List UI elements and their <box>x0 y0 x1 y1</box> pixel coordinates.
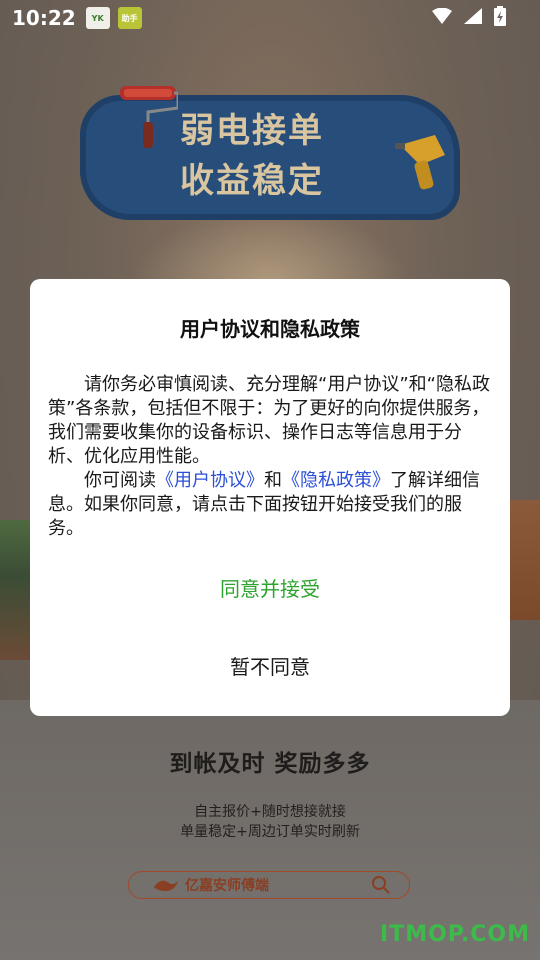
promo-subtext-line-2: 单量稳定+周边订单实时刷新 <box>180 824 360 840</box>
user-agreement-link[interactable]: 《用户协议》 <box>156 470 264 491</box>
brand-logo-icon <box>153 877 179 893</box>
dialog-paragraph-2-prefix: 你可阅读 <box>84 470 156 491</box>
promo-headline: 到帐及时 奖励多多 <box>169 751 371 777</box>
power-drill-icon <box>395 125 455 195</box>
dialog-title: 用户协议和隐私政策 <box>180 317 360 341</box>
promo-subtext-line-1: 自主报价+随时想接就接 <box>194 804 346 820</box>
site-watermark: ITMOP.COM <box>380 922 530 947</box>
privacy-policy-link[interactable]: 《隐私政策》 <box>282 470 390 491</box>
signal-icon <box>464 8 482 28</box>
battery-icon <box>494 6 506 30</box>
dialog-body: 请你务必审慎阅读、充分理解“用户协议”和“隐私政策”各条款，包括但不限于：为了更… <box>48 373 492 541</box>
status-bar: 10:22 YK 助手 <box>0 0 540 36</box>
status-time: 10:22 <box>12 6 76 30</box>
banner-line-1: 弱电接单 <box>180 111 324 151</box>
dialog-paragraph-2: 你可阅读《用户协议》和《隐私政策》了解详细信息。如果你同意，请点击下面按钮开始接… <box>48 469 492 541</box>
dialog-paragraph-1: 请你务必审慎阅读、充分理解“用户协议”和“隐私政策”各条款，包括但不限于：为了更… <box>48 374 490 467</box>
dialog-paragraph-2-and: 和 <box>264 470 282 491</box>
agree-button[interactable]: 同意并接受 <box>30 571 510 607</box>
status-icons <box>432 6 506 30</box>
search-icon[interactable] <box>371 875 391 895</box>
notification-app-icon-2: 助手 <box>117 7 142 29</box>
disagree-button[interactable]: 暂不同意 <box>30 649 510 685</box>
privacy-dialog: 用户协议和隐私政策 请你务必审慎阅读、充分理解“用户协议”和“隐私政策”各条款，… <box>30 279 510 716</box>
promo-subtext: 自主报价+随时想接就接 单量稳定+周边订单实时刷新 <box>0 802 540 842</box>
search-bar-label: 亿嘉安师傅端 <box>185 878 269 894</box>
notification-app-icon: YK <box>85 7 110 29</box>
paint-roller-icon <box>118 82 180 150</box>
wifi-icon <box>432 7 452 28</box>
search-bar[interactable]: 亿嘉安师傅端 <box>128 871 410 899</box>
banner-slogan: 弱电接单 收益稳定 <box>180 106 380 206</box>
banner-line-2: 收益稳定 <box>180 161 324 201</box>
